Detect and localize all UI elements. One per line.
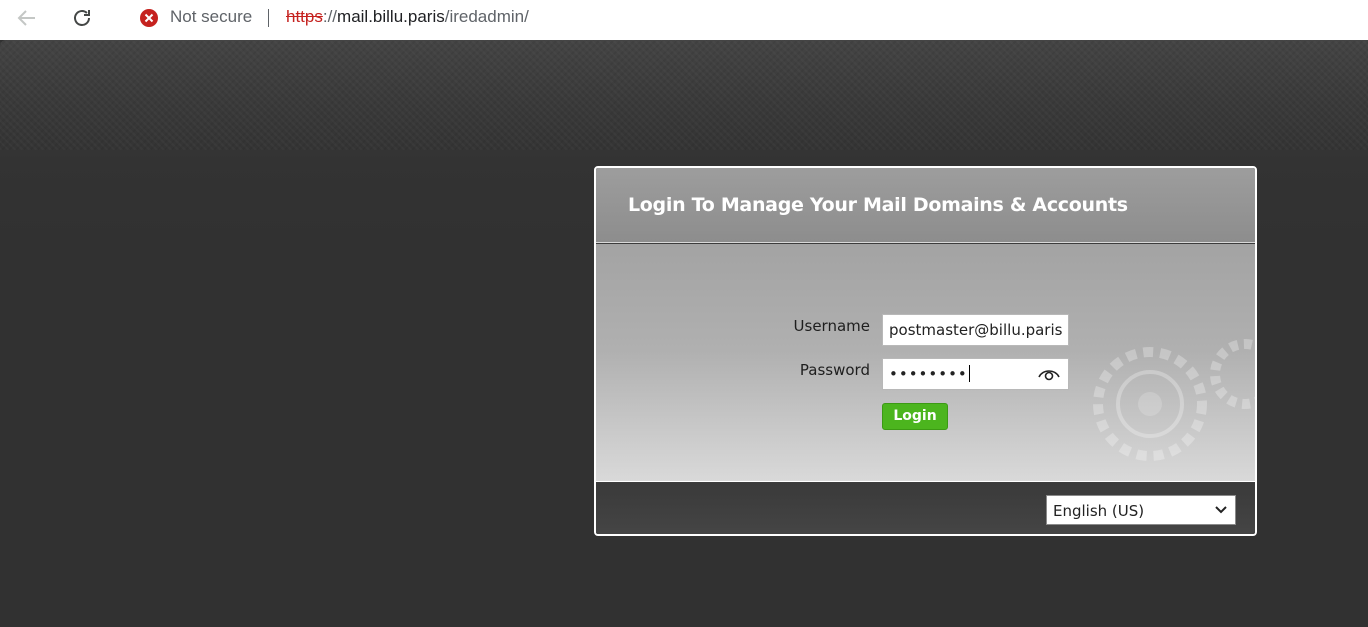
page-title: Login To Manage Your Mail Domains & Acco… <box>628 194 1128 216</box>
back-button[interactable] <box>12 4 42 32</box>
username-label: Username <box>793 317 870 335</box>
login-form: Username postmaster@billu.paris Password… <box>596 244 1255 482</box>
omnibox-divider <box>268 9 269 27</box>
login-panel-header: Login To Manage Your Mail Domains & Acco… <box>596 168 1255 243</box>
url-separator: :// <box>322 7 338 26</box>
language-selected-value: English (US) <box>1053 502 1145 520</box>
not-secure-label[interactable]: Not secure <box>170 7 252 27</box>
url-host: mail.billu.paris <box>337 7 445 26</box>
password-input[interactable]: •••••••• <box>882 358 1069 390</box>
text-caret <box>968 365 970 382</box>
url-path: /iredadmin/ <box>444 7 529 26</box>
url-text[interactable]: https://mail.billu.paris/iredadmin/ <box>286 7 529 27</box>
security-warning-icon[interactable] <box>140 9 158 27</box>
show-password-eye-icon[interactable] <box>1038 366 1060 382</box>
username-input[interactable]: postmaster@billu.paris <box>882 314 1069 346</box>
password-mask: •••••••• <box>889 365 968 383</box>
url-scheme: https <box>286 7 323 26</box>
language-select[interactable]: English (US) <box>1046 495 1236 525</box>
back-arrow-icon <box>17 10 35 26</box>
reload-button[interactable] <box>67 4 97 32</box>
password-label: Password <box>799 361 870 379</box>
login-button[interactable]: Login <box>882 403 948 430</box>
chevron-down-icon <box>1215 506 1227 514</box>
login-panel: Login To Manage Your Mail Domains & Acco… <box>594 166 1257 536</box>
login-panel-footer: English (US) <box>596 483 1255 534</box>
browser-toolbar: Not secure https://mail.billu.paris/ired… <box>0 0 1368 40</box>
reload-icon <box>74 10 90 26</box>
